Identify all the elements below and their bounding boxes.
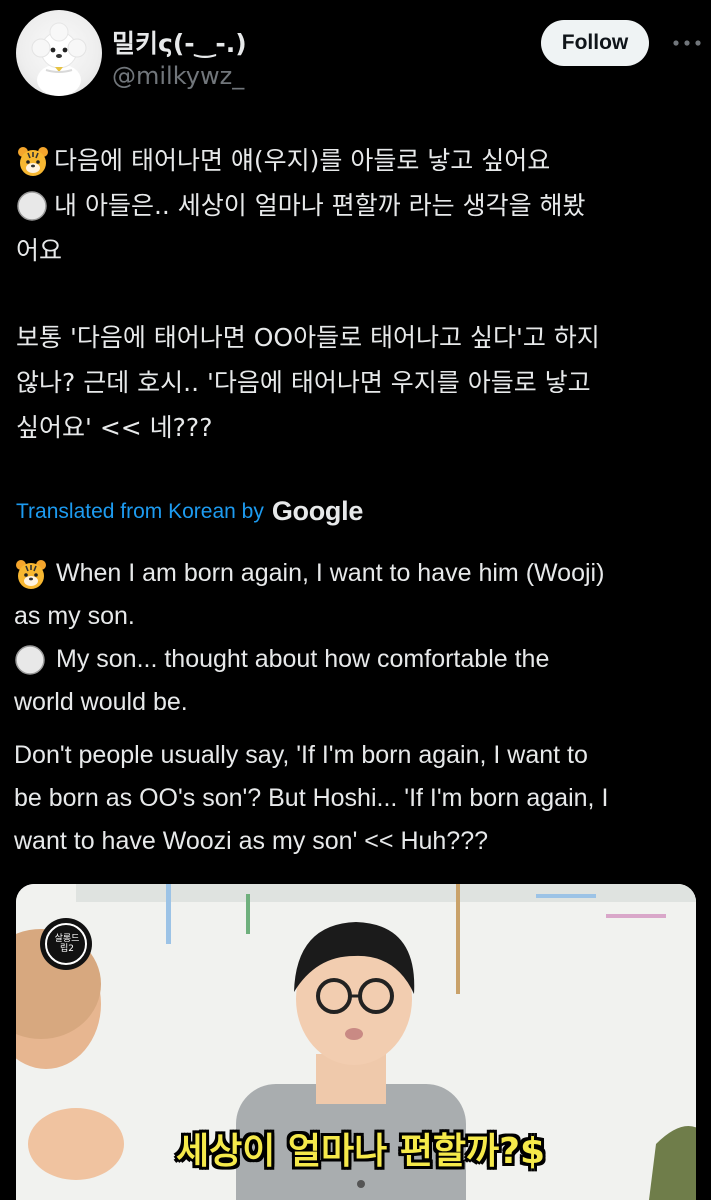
more-options-button[interactable] <box>667 20 707 66</box>
translation-line-1: When I am born again, I want to have him… <box>56 559 605 587</box>
translation-text: When I am born again, I want to have him… <box>14 552 694 863</box>
translation-line: When I am born again, I want to have him… <box>14 552 694 595</box>
translation-line-3: My son... thought about how comfortable … <box>56 645 550 673</box>
video-caption: 세상이 얼마나 편할까?$ <box>176 1131 546 1172</box>
post-line-5: 않나? 근데 호시.. '다음에 태어나면 우지를 아들로 낳고 <box>16 368 591 397</box>
media-logo-text: 살롱드립2 <box>54 934 80 954</box>
tiger-face-emoji <box>16 144 54 178</box>
tweet-page: 밀키ς(-‿-.) @milkywz_ Follow 다음에 태어나면 얘(우지… <box>0 0 711 1200</box>
post-line-4: 보통 '다음에 태어나면 OO아들로 태어나고 싶다'고 하지 <box>16 323 600 352</box>
post-line: 내 아들은.. 세상이 얼마나 편할까 라는 생각을 해봤 <box>16 183 696 228</box>
translation-line-7: want to have Woozi as my son' << Huh??? <box>14 827 489 855</box>
user-handle[interactable]: @milkywz_ <box>112 62 244 90</box>
translation-line-6: be born as OO's son'? But Hoshi... 'If I… <box>14 784 609 812</box>
translation-line-2: as my son. <box>14 602 135 630</box>
post-line: 다음에 태어나면 얘(우지)를 아들로 낳고 싶어요 <box>16 138 696 183</box>
translation-line-4: world would be. <box>14 688 188 716</box>
plush-dog-avatar-image <box>31 22 87 96</box>
display-name[interactable]: 밀키ς(-‿-.) <box>112 24 247 60</box>
post-header: 밀키ς(-‿-.) @milkywz_ Follow <box>16 10 701 100</box>
post-line-2: 내 아들은.. 세상이 얼마나 편할까 라는 생각을 해봤 <box>54 191 586 220</box>
media-attachment[interactable]: 살롱드립2 세상이 얼마나 편할까?$ <box>16 884 696 1200</box>
white-circle-emoji <box>16 189 54 223</box>
post-line-6: 싶어요' << 네??? <box>16 413 213 442</box>
translation-line-5: Don't people usually say, 'If I'm born a… <box>14 741 588 769</box>
translation-attribution: Translated from Korean by Google <box>16 496 363 527</box>
post-line-1: 다음에 태어나면 얘(우지)를 아들로 낳고 싶어요 <box>54 146 551 175</box>
avatar[interactable] <box>16 10 102 96</box>
post-text: 다음에 태어나면 얘(우지)를 아들로 낳고 싶어요 내 아들은.. 세상이 얼… <box>16 138 696 450</box>
more-horizontal-icon <box>673 40 701 46</box>
translated-from-link[interactable]: Translated from Korean by <box>16 500 264 524</box>
post-line-3: 어요 <box>16 236 63 265</box>
google-logo: Google <box>271 496 364 526</box>
follow-button[interactable]: Follow <box>541 20 649 66</box>
white-circle-emoji <box>14 643 56 677</box>
translation-line: My son... thought about how comfortable … <box>14 638 694 681</box>
tiger-face-emoji <box>14 557 56 591</box>
